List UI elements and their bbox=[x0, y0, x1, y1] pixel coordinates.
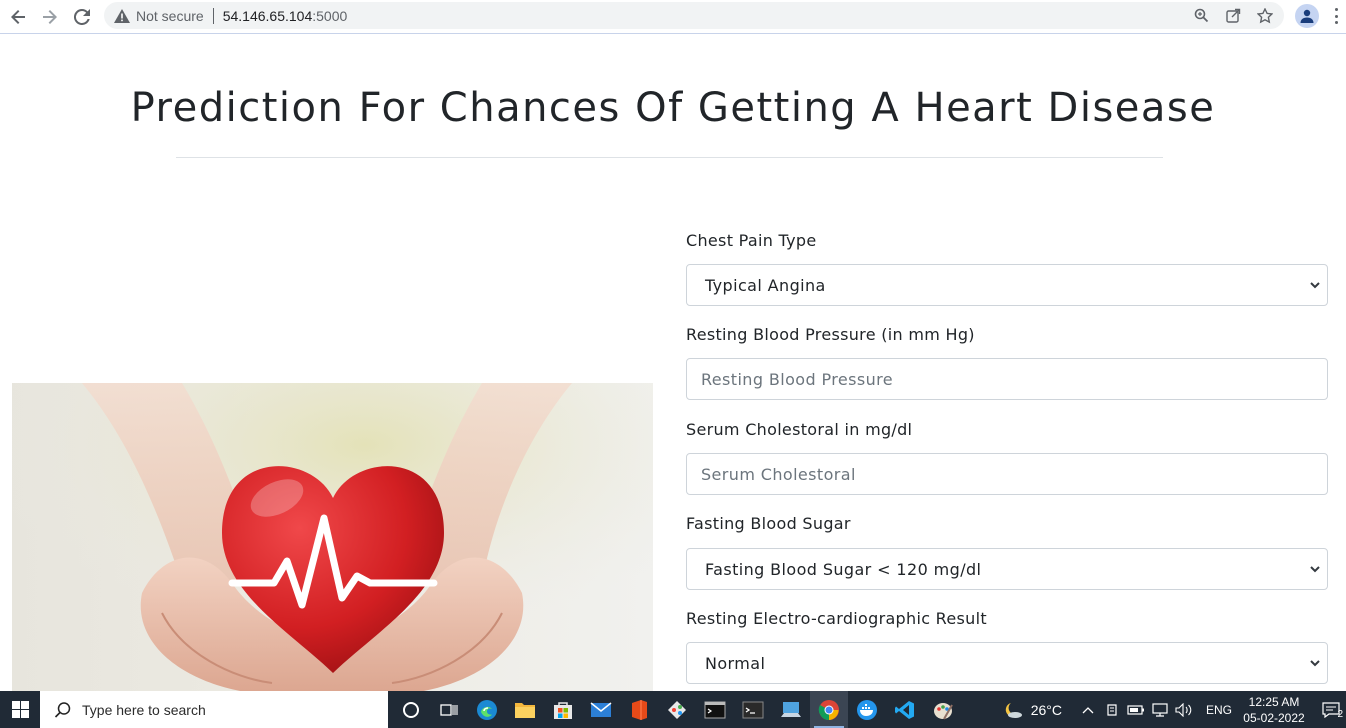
url-host: 54.146.65.104 bbox=[222, 7, 313, 24]
battery-icon[interactable] bbox=[1124, 691, 1148, 728]
chevron-down-icon bbox=[1310, 660, 1320, 667]
onedrive-icon[interactable] bbox=[1100, 691, 1124, 728]
clock-date: 05-02-2022 bbox=[1243, 710, 1305, 725]
address-bar-actions bbox=[1192, 2, 1274, 29]
ecg-label: Resting Electro-cardiographic Result bbox=[686, 609, 987, 628]
page-title: Prediction For Chances Of Getting A Hear… bbox=[130, 85, 1216, 131]
menu-icon[interactable] bbox=[1330, 6, 1342, 26]
reload-button[interactable] bbox=[66, 2, 98, 32]
url-port: :5000 bbox=[312, 7, 348, 24]
paint-icon[interactable] bbox=[924, 691, 962, 728]
chrome-icon[interactable] bbox=[810, 691, 848, 728]
share-icon[interactable] bbox=[1224, 7, 1242, 25]
notification-icon[interactable]: 2 bbox=[1316, 691, 1346, 728]
edge-icon[interactable] bbox=[468, 691, 506, 728]
fasting-sugar-label: Fasting Blood Sugar bbox=[686, 514, 851, 533]
address-bar[interactable]: Not secure 54.146.65.104:5000 bbox=[104, 2, 1284, 29]
chevron-down-icon bbox=[1310, 566, 1320, 573]
heart-image bbox=[12, 383, 653, 691]
clock-time: 12:25 AM bbox=[1248, 694, 1300, 709]
language-indicator[interactable]: ENG bbox=[1206, 703, 1232, 717]
profile-icon[interactable] bbox=[1295, 4, 1319, 28]
fasting-sugar-select[interactable]: Fasting Blood Sugar < 120 mg/dl bbox=[686, 548, 1328, 590]
remote-desktop-icon[interactable] bbox=[772, 691, 810, 728]
reload-icon bbox=[74, 8, 90, 25]
task-view-icon[interactable] bbox=[430, 691, 468, 728]
cortana-icon[interactable] bbox=[392, 691, 430, 728]
chevron-up-icon[interactable] bbox=[1076, 691, 1100, 728]
start-button[interactable] bbox=[0, 691, 40, 728]
store-icon[interactable] bbox=[544, 691, 582, 728]
fasting-sugar-value: Fasting Blood Sugar < 120 mg/dl bbox=[705, 559, 982, 579]
ecg-value: Normal bbox=[705, 653, 766, 673]
forward-icon bbox=[43, 9, 57, 24]
chest-pain-label: Chest Pain Type bbox=[686, 231, 817, 250]
gitkraken-icon[interactable] bbox=[658, 691, 696, 728]
vscode-icon[interactable] bbox=[886, 691, 924, 728]
ecg-select[interactable]: Normal bbox=[686, 642, 1328, 684]
bookmark-star-icon[interactable] bbox=[1256, 7, 1274, 25]
docker-icon[interactable] bbox=[848, 691, 886, 728]
mail-icon[interactable] bbox=[582, 691, 620, 728]
chest-pain-value: Typical Angina bbox=[705, 275, 826, 295]
cholesterol-input[interactable]: Serum Cholestoral bbox=[686, 453, 1328, 495]
taskbar-apps bbox=[388, 691, 962, 728]
volume-icon[interactable] bbox=[1172, 691, 1196, 728]
title-divider bbox=[176, 157, 1163, 158]
weather-temperature[interactable]: 26°C bbox=[1031, 702, 1062, 718]
resting-bp-input[interactable]: Resting Blood Pressure bbox=[686, 358, 1328, 400]
forward-button[interactable] bbox=[34, 2, 66, 32]
zoom-icon[interactable] bbox=[1192, 7, 1210, 25]
address-divider bbox=[212, 7, 214, 24]
notification-count: 2 bbox=[1337, 709, 1343, 720]
search-icon bbox=[54, 701, 71, 718]
resting-bp-placeholder: Resting Blood Pressure bbox=[701, 369, 894, 389]
browser-toolbar: Not secure 54.146.65.104:5000 bbox=[0, 0, 1346, 34]
resting-bp-label: Resting Blood Pressure (in mm Hg) bbox=[686, 325, 975, 344]
system-tray: 26°C ENG 12:25 AM 05-02-2022 2 bbox=[1001, 691, 1346, 728]
search-placeholder: Type here to search bbox=[82, 701, 206, 718]
cholesterol-label: Serum Cholestoral in mg/dl bbox=[686, 420, 913, 439]
taskbar: Type here to search 26°C ENG 12:25 AM 05… bbox=[0, 691, 1346, 728]
clock[interactable]: 12:25 AM 05-02-2022 bbox=[1242, 694, 1306, 726]
warning-icon[interactable] bbox=[114, 8, 130, 24]
file-explorer-icon[interactable] bbox=[506, 691, 544, 728]
network-icon[interactable] bbox=[1148, 691, 1172, 728]
page-body: Prediction For Chances Of Getting A Hear… bbox=[0, 35, 1346, 691]
office-icon[interactable] bbox=[620, 691, 658, 728]
terminal-icon[interactable] bbox=[696, 691, 734, 728]
cholesterol-placeholder: Serum Cholestoral bbox=[701, 464, 856, 484]
chest-pain-select[interactable]: Typical Angina bbox=[686, 264, 1328, 306]
back-button[interactable] bbox=[2, 2, 34, 32]
chevron-down-icon bbox=[1310, 282, 1320, 289]
weather-moon-icon[interactable] bbox=[1001, 691, 1025, 728]
security-label[interactable]: Not secure bbox=[136, 8, 204, 24]
windows-icon bbox=[11, 701, 29, 718]
taskbar-search[interactable]: Type here to search bbox=[40, 691, 388, 728]
back-icon bbox=[11, 9, 25, 24]
windows-terminal-icon[interactable] bbox=[734, 691, 772, 728]
